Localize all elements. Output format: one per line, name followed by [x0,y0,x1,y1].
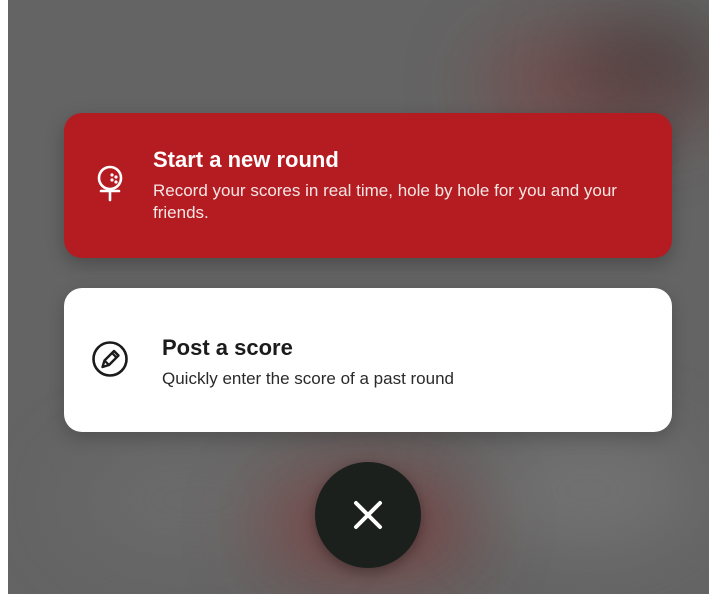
dimmed-backdrop[interactable]: Start a new round Record your scores in … [8,0,709,594]
post-a-score-text: Post a score Quickly enter the score of … [162,334,652,390]
start-new-round-description: Record your scores in real time, hole by… [153,181,617,222]
close-icon [354,501,382,529]
post-a-score-button[interactable]: Post a score Quickly enter the score of … [64,288,672,432]
app-screen: Start a new round Record your scores in … [0,0,717,600]
close-button[interactable] [315,462,421,568]
background-blur-light-right [478,430,698,550]
start-new-round-title: Start a new round [153,147,339,172]
start-new-round-button[interactable]: Start a new round Record your scores in … [64,113,672,258]
post-a-score-title: Post a score [162,335,293,360]
background-blur-light-left [68,440,328,560]
post-a-score-description: Quickly enter the score of a past round [162,369,454,388]
start-new-round-text: Start a new round Record your scores in … [153,146,652,224]
golf-ball-on-tee-icon [97,165,123,202]
pencil-edit-icon [92,341,128,377]
background-blur-dark-top [568,20,709,110]
